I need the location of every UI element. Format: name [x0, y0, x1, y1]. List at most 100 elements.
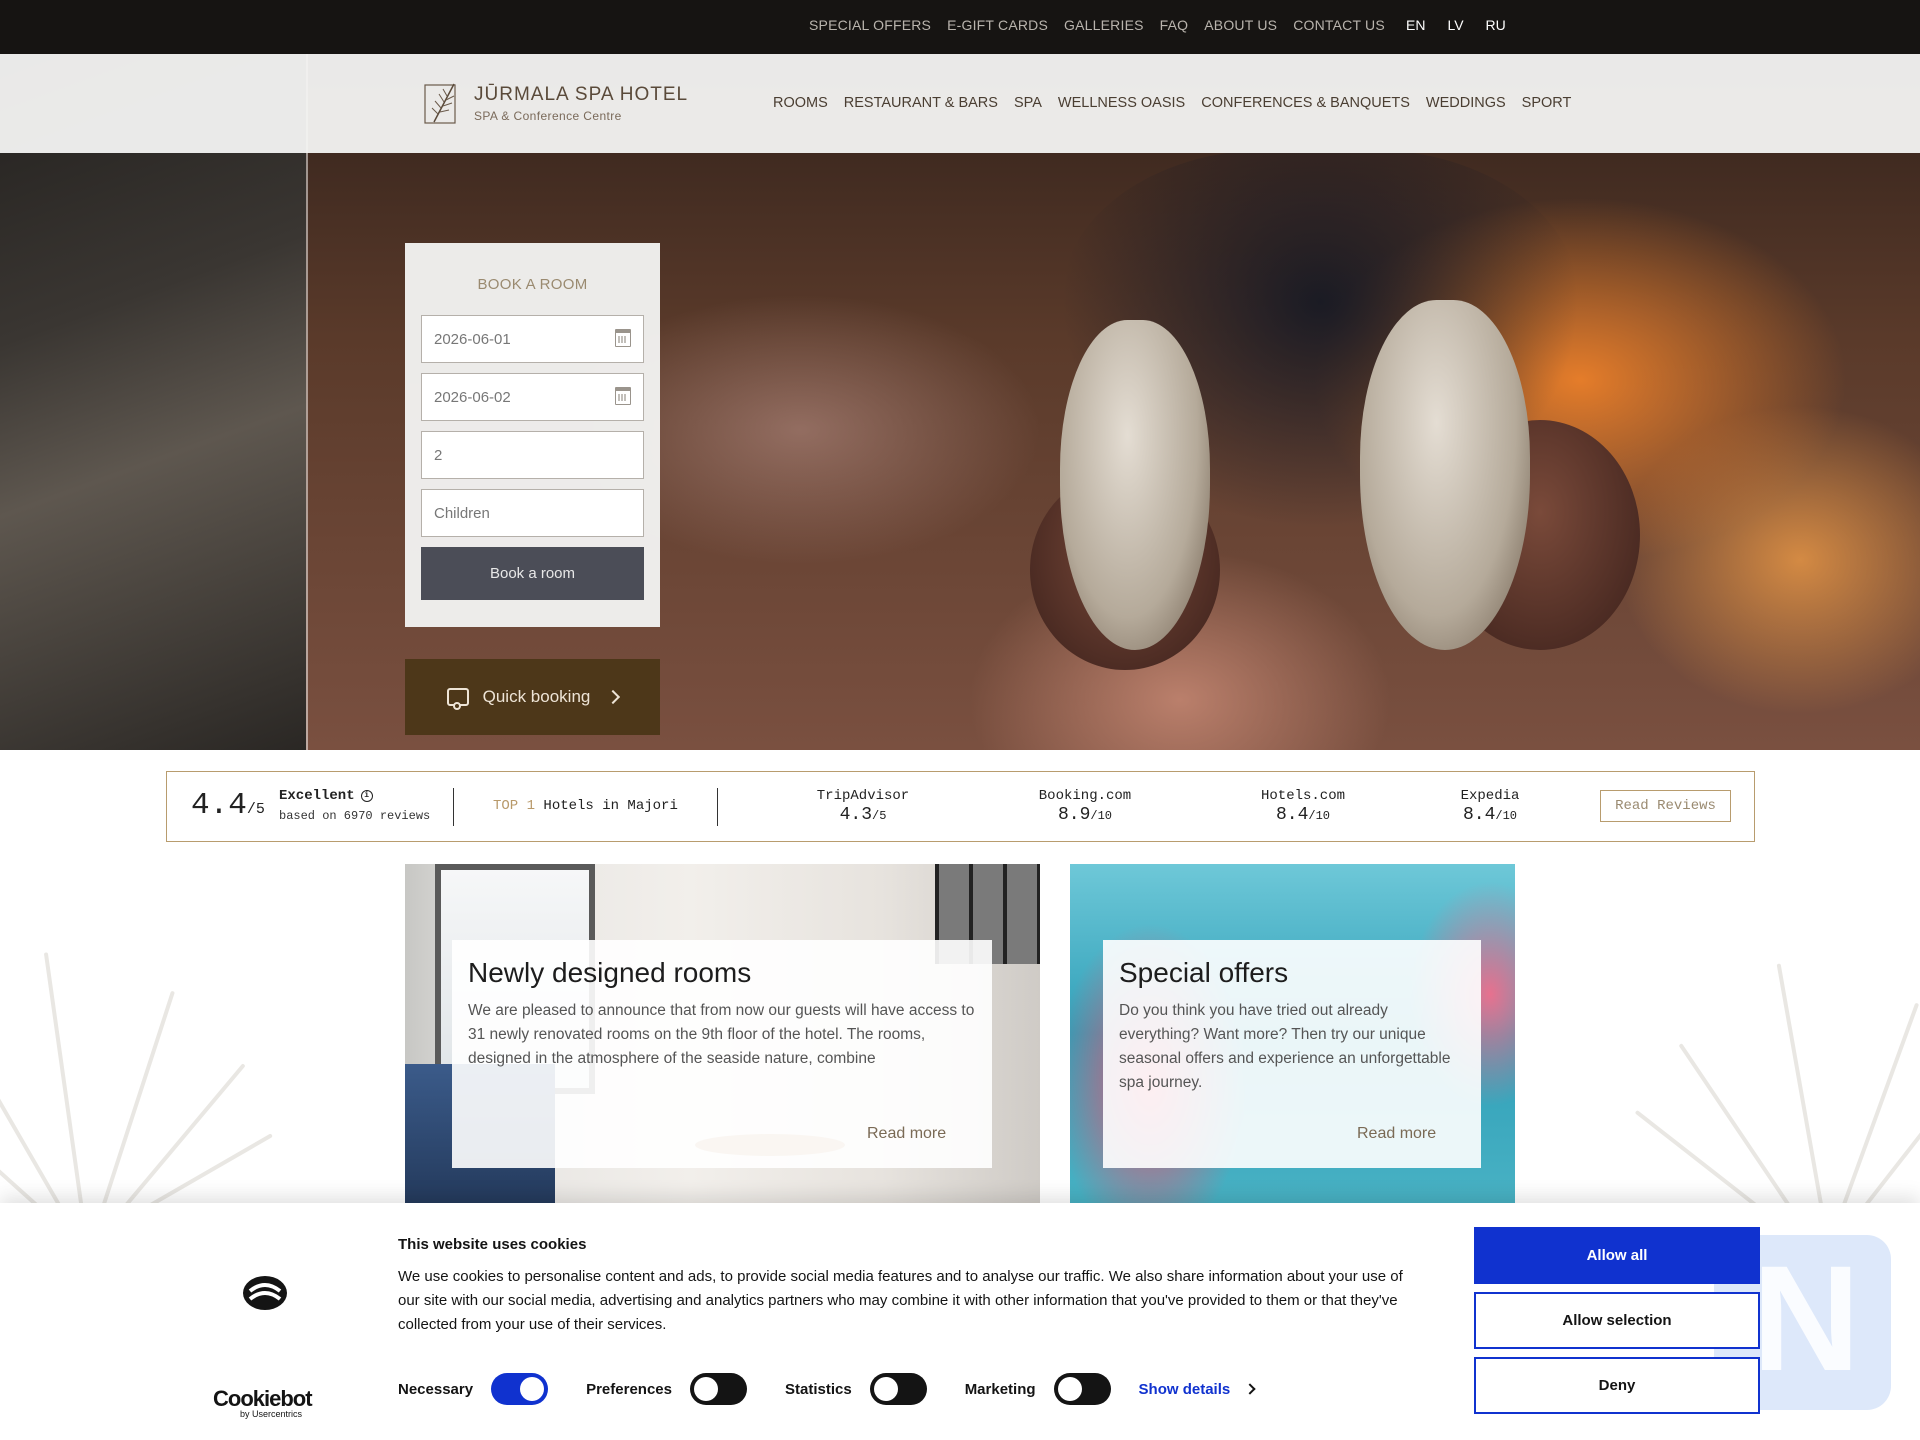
allow-all-button[interactable]: Allow all: [1474, 1227, 1760, 1284]
review-site-score-value: 8.4: [1462, 805, 1496, 825]
main-nav: JŪRMALA SPA HOTEL SPA & Conference Centr…: [0, 54, 1920, 153]
cookiebot-logo-icon: [243, 1276, 287, 1310]
allow-selection-button[interactable]: Allow selection: [1474, 1292, 1760, 1349]
nav-weddings[interactable]: WEDDINGS: [1426, 95, 1506, 111]
review-site-booking: Booking.com 8.9/10: [1015, 788, 1155, 825]
toggle-marketing-switch[interactable]: [1053, 1373, 1111, 1405]
quick-booking-icon: [446, 688, 469, 710]
cookiebot-brand-sub: by Usercentrics: [240, 1409, 303, 1419]
cookie-banner: Cookiebot by Usercentrics This website u…: [0, 1203, 1920, 1440]
rating-label-text: Excellent: [279, 788, 355, 804]
review-site-score: 4.3/5: [793, 805, 933, 825]
review-site-name: TripAdvisor: [816, 788, 910, 804]
review-site-score-max: /10: [1308, 809, 1330, 823]
toggle-preferences: Preferences: [586, 1373, 747, 1405]
hero-herbal-bundle-right: [1360, 300, 1530, 650]
top-link-faq[interactable]: FAQ: [1160, 17, 1189, 33]
top-link-contact-us[interactable]: CONTACT US: [1293, 17, 1385, 33]
rating-label: Excellent i: [279, 788, 373, 804]
review-site-name: Expedia: [1460, 788, 1520, 804]
toggle-necessary-label: Necessary: [398, 1380, 474, 1398]
lang-ru[interactable]: RU: [1486, 17, 1506, 33]
top-link-galleries[interactable]: GALLERIES: [1064, 17, 1144, 33]
review-site-score-max: /10: [1495, 809, 1517, 823]
rooms-card-text: We are pleased to announce that from now…: [468, 1002, 975, 1067]
cookie-toggles: Necessary Preferences Statistics Marketi…: [398, 1373, 1256, 1405]
review-site-score-max: /10: [1090, 809, 1112, 823]
children-field[interactable]: Children: [421, 489, 644, 537]
rooms-card-title: Newly designed rooms: [468, 957, 752, 988]
review-site-score-value: 8.9: [1057, 805, 1091, 825]
logo-subtitle: SPA & Conference Centre: [474, 108, 622, 123]
nav-spa[interactable]: SPA: [1014, 95, 1042, 111]
toggle-statistics: Statistics: [785, 1373, 927, 1405]
nav-conferences-banquets[interactable]: CONFERENCES & BANQUETS: [1201, 95, 1410, 111]
rooms-card: Newly designed rooms We are pleased to a…: [452, 940, 992, 1168]
cookie-text: We use cookies to personalise content an…: [398, 1268, 1403, 1333]
review-site-expedia: Expedia 8.4/10: [1420, 788, 1560, 825]
cookie-title: This website uses cookies: [398, 1236, 587, 1253]
top-link-special-offers[interactable]: SPECIAL OFFERS: [809, 17, 931, 33]
adults-value: 2: [434, 446, 443, 464]
show-details-link[interactable]: Show details: [1139, 1381, 1256, 1398]
top-link-e-gift-cards[interactable]: E-GIFT CARDS: [947, 17, 1048, 33]
adults-field[interactable]: 2: [421, 431, 644, 479]
review-site-hotels: Hotels.com 8.4/10: [1233, 788, 1373, 825]
calendar-icon: [615, 329, 631, 347]
booking-form: BOOK A ROOM 2026-06-01 2026-06-02 2 Chil…: [405, 243, 660, 627]
hotel-logo[interactable]: JŪRMALA SPA HOTEL SPA & Conference Centr…: [424, 80, 688, 126]
logo-title: JŪRMALA SPA HOTEL: [474, 83, 689, 105]
top-ranking-text: Hotels in Majori: [543, 798, 678, 814]
lang-en[interactable]: EN: [1406, 17, 1425, 33]
reviews-divider: [453, 788, 454, 826]
chevron-right-icon: [606, 689, 621, 705]
review-site-name: Hotels.com: [1260, 788, 1345, 804]
toggle-marketing: Marketing: [965, 1373, 1111, 1405]
checkout-date-value: 2026-06-02: [434, 388, 511, 406]
read-reviews-button[interactable]: Read Reviews: [1600, 790, 1731, 822]
review-site-score-value: 8.4: [1275, 805, 1309, 825]
book-room-button[interactable]: Book a room: [421, 547, 644, 600]
checkin-date-field[interactable]: 2026-06-01: [421, 315, 644, 363]
review-site-score-value: 4.3: [839, 805, 872, 825]
toggle-marketing-label: Marketing: [964, 1380, 1036, 1398]
checkin-date-value: 2026-06-01: [434, 330, 511, 348]
offers-card: Special offers Do you think you have tri…: [1103, 940, 1481, 1168]
top-links: SPECIAL OFFERS E-GIFT CARDS GALLERIES FA…: [809, 17, 1385, 33]
review-count: based on 6970 reviews: [279, 809, 431, 823]
language-switcher: EN LV RU: [1406, 17, 1506, 33]
deny-button[interactable]: Deny: [1474, 1357, 1760, 1414]
reviews-divider: [717, 788, 718, 826]
top-ranking: TOP 1 Hotels in Majori: [493, 798, 678, 814]
nav-wellness-oasis[interactable]: WELLNESS OASIS: [1058, 95, 1185, 111]
lang-lv[interactable]: LV: [1447, 17, 1463, 33]
feather-logo-icon: [424, 83, 456, 124]
nav-rooms[interactable]: ROOMS: [773, 95, 828, 111]
toggle-preferences-switch[interactable]: [689, 1373, 747, 1405]
toggle-statistics-switch[interactable]: [869, 1373, 927, 1405]
review-site-name: Booking.com: [1038, 788, 1132, 804]
info-icon[interactable]: i: [360, 790, 373, 802]
nav-menu: ROOMS RESTAURANT & BARS SPA WELLNESS OAS…: [773, 95, 1571, 111]
checkout-date-field[interactable]: 2026-06-02: [421, 373, 644, 421]
review-site-score: 8.4/10: [1233, 805, 1373, 825]
toggle-necessary-switch[interactable]: [491, 1373, 549, 1405]
hero-herbal-bundle-left: [1060, 320, 1210, 650]
booking-title: BOOK A ROOM: [477, 276, 588, 293]
quick-booking-label: Quick booking: [482, 687, 591, 706]
rooms-read-more-link[interactable]: Read more: [867, 1125, 946, 1143]
top-link-about-us[interactable]: ABOUT US: [1204, 17, 1277, 33]
overall-score: 4.4/5: [191, 788, 265, 823]
nav-sport[interactable]: SPORT: [1522, 95, 1572, 111]
review-site-score: 8.4/10: [1420, 805, 1560, 825]
calendar-icon: [615, 387, 631, 405]
toggle-necessary: Necessary: [398, 1373, 549, 1405]
toggle-preferences-label: Preferences: [586, 1380, 672, 1398]
review-site-score: 8.9/10: [1015, 805, 1155, 825]
offers-read-more-link[interactable]: Read more: [1357, 1125, 1436, 1143]
toggle-statistics-label: Statistics: [784, 1380, 852, 1398]
quick-booking-button[interactable]: Quick booking: [405, 659, 660, 735]
top-bar: SPECIAL OFFERS E-GIFT CARDS GALLERIES FA…: [0, 0, 1920, 54]
nav-restaurant-bars[interactable]: RESTAURANT & BARS: [844, 95, 998, 111]
children-placeholder: Children: [434, 504, 490, 522]
